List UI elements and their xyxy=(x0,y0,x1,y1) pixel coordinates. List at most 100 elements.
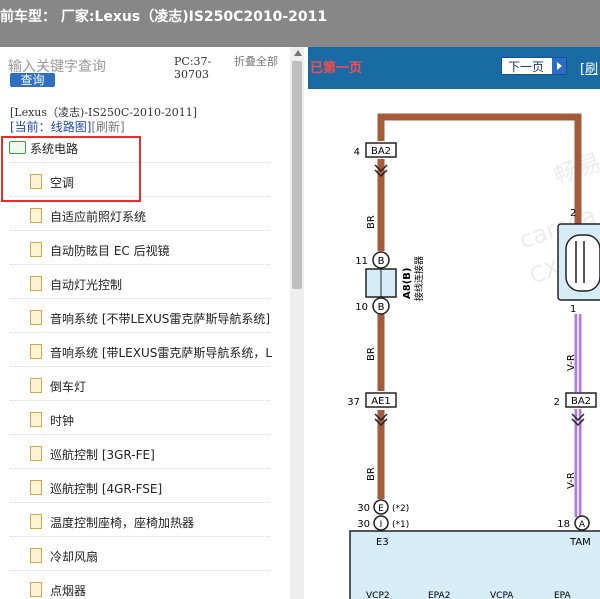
connector-label: BA2 xyxy=(371,146,391,157)
tree-item-label: 倒车灯 xyxy=(50,380,87,394)
wire-label: BR xyxy=(366,215,377,229)
pin-letter: I xyxy=(380,520,383,530)
thermistor-symbol xyxy=(565,234,600,292)
document-icon xyxy=(30,378,42,393)
left-panel: 输入关键字查询 查询 PC:37-30703 折叠全部 [Lexus（凌志)-I… xyxy=(0,47,308,599)
divider xyxy=(10,366,270,367)
document-icon xyxy=(30,480,42,495)
ecu-bottom-pin: EPA2 xyxy=(428,591,450,599)
search-button[interactable]: 查询 xyxy=(10,73,55,87)
document-icon xyxy=(30,582,42,597)
ecu-bottom-pin: VCPA xyxy=(490,591,514,599)
wire-label: V-R xyxy=(566,472,577,489)
title-bar: 前车型： 厂家:Lexus（凌志)IS250C2010-2011 xyxy=(0,0,600,47)
connector-label: BA2 xyxy=(571,396,591,407)
junction-desc: 接线连接器 xyxy=(413,256,425,301)
divider xyxy=(10,400,270,401)
tree-item-label: 自动防眩目 EC 后视镜 xyxy=(50,244,170,258)
pin-letter: A xyxy=(579,520,586,530)
fold-all-link[interactable]: 折叠全部 xyxy=(234,55,278,68)
highlight-box xyxy=(1,136,141,202)
document-icon xyxy=(30,548,42,563)
divider xyxy=(10,502,270,503)
search-input[interactable]: 输入关键字查询 xyxy=(8,56,158,75)
junction-code: A8(B) xyxy=(402,268,413,299)
tree-item-label: 温度控制座椅，座椅加热器 xyxy=(50,516,195,530)
divider xyxy=(10,536,270,537)
tree-item-label: 音响系统 [带LEXUS雷克萨斯导航系统，L xyxy=(50,346,273,360)
pin-letter: E xyxy=(378,504,384,514)
divider xyxy=(10,332,270,333)
tree-item-label: 点烟器 xyxy=(50,584,87,598)
wire-label: V-R xyxy=(566,354,577,371)
app-title: 前车型： 厂家:Lexus（凌志)IS250C2010-2011 xyxy=(0,9,328,25)
wire-label: BR xyxy=(366,347,377,361)
pin-number: 10 xyxy=(355,302,368,313)
tree-item-label: 巡航控制 [4GR-FSE] xyxy=(50,482,163,496)
pin-number: 2 xyxy=(570,208,576,219)
document-icon xyxy=(30,310,42,325)
document-icon xyxy=(30,514,42,529)
tree-item[interactable]: 自动防眩目 EC 后视镜 xyxy=(30,242,170,259)
document-icon xyxy=(30,242,42,257)
tree-item-label: 时钟 xyxy=(50,414,75,428)
tree-item[interactable]: 点烟器 xyxy=(30,582,86,599)
tree-item-label: 音响系统 [不带LEXUS雷克萨斯导航系统] xyxy=(50,312,271,326)
pin-number: 2 xyxy=(554,397,560,408)
tree-item[interactable]: 温度控制座椅，座椅加热器 xyxy=(30,514,194,531)
pin-number: 1 xyxy=(570,304,576,315)
pin-number: 11 xyxy=(355,256,368,267)
pin-number: 30 xyxy=(357,503,370,514)
tree-item[interactable]: 倒车灯 xyxy=(30,378,86,395)
document-icon xyxy=(30,276,42,291)
pin-note: (*1) xyxy=(392,520,409,530)
pin-number: 18 xyxy=(557,519,570,530)
document-icon xyxy=(30,344,42,359)
pc-code: PC:37-30703 xyxy=(174,55,212,81)
pin-number: 37 xyxy=(347,397,360,408)
current-label: [当前： xyxy=(10,120,51,134)
pin-letter: B xyxy=(378,302,385,313)
divider xyxy=(10,570,270,571)
refresh-link[interactable]: [刷新] xyxy=(91,120,124,134)
current-link[interactable]: 线路图] xyxy=(51,120,92,134)
ecu-name: E3 xyxy=(376,537,389,548)
tree-item[interactable]: 巡航控制 [3GR-FE] xyxy=(30,446,155,463)
tree-item-label: 自适应前照灯系统 xyxy=(50,210,147,224)
tree-item[interactable]: 时钟 xyxy=(30,412,74,429)
pin-letter: B xyxy=(378,256,385,267)
ecu-bottom-pin: VCP2 xyxy=(366,591,390,599)
tree-item-label: 自动灯光控制 xyxy=(50,278,123,292)
tree-item[interactable]: 音响系统 [不带LEXUS雷克萨斯导航系统] xyxy=(30,310,270,327)
next-page-select[interactable]: 下一页 xyxy=(501,57,567,75)
document-icon xyxy=(30,208,42,223)
divider xyxy=(10,434,270,435)
wiring-diagram: 畅易 carsoa CX2 BA2 4 BR B 11 B 10 A8(B) 接… xyxy=(347,113,600,599)
ecu-bottom-pin: EPA xyxy=(554,591,572,599)
connector-label: AE1 xyxy=(371,396,391,407)
viewer-refresh-link[interactable]: [刷 xyxy=(580,58,598,77)
wire-brown-top xyxy=(377,113,582,224)
document-icon xyxy=(30,446,42,461)
tree-item[interactable]: 音响系统 [带LEXUS雷克萨斯导航系统，L xyxy=(30,344,272,361)
divider xyxy=(10,468,270,469)
first-page-indicator: 已第一页 xyxy=(310,61,363,76)
ecu-pin: TAM xyxy=(569,537,591,548)
document-icon xyxy=(30,412,42,427)
dropdown-arrow-icon[interactable] xyxy=(552,58,566,74)
pin-number: 4 xyxy=(354,147,360,158)
divider xyxy=(10,264,270,265)
tree-item-label: 巡航控制 [3GR-FE] xyxy=(50,448,155,462)
tree-item[interactable]: 冷却风扇 xyxy=(30,548,98,565)
scrollbar-thumb[interactable] xyxy=(292,61,302,289)
scroll-up-arrow-icon[interactable] xyxy=(294,50,302,56)
current-location: [当前：线路图][刷新] xyxy=(10,118,125,135)
divider xyxy=(10,230,270,231)
tree-item[interactable]: 自动灯光控制 xyxy=(30,276,122,293)
pin-number: 30 xyxy=(357,519,370,530)
tree-item[interactable]: 巡航控制 [4GR-FSE] xyxy=(30,480,162,497)
pin-note: (*2) xyxy=(392,504,409,514)
tree-item[interactable]: 自适应前照灯系统 xyxy=(30,208,146,225)
wire-label: BR xyxy=(366,467,377,481)
tree-item-label: 冷却风扇 xyxy=(50,550,99,564)
